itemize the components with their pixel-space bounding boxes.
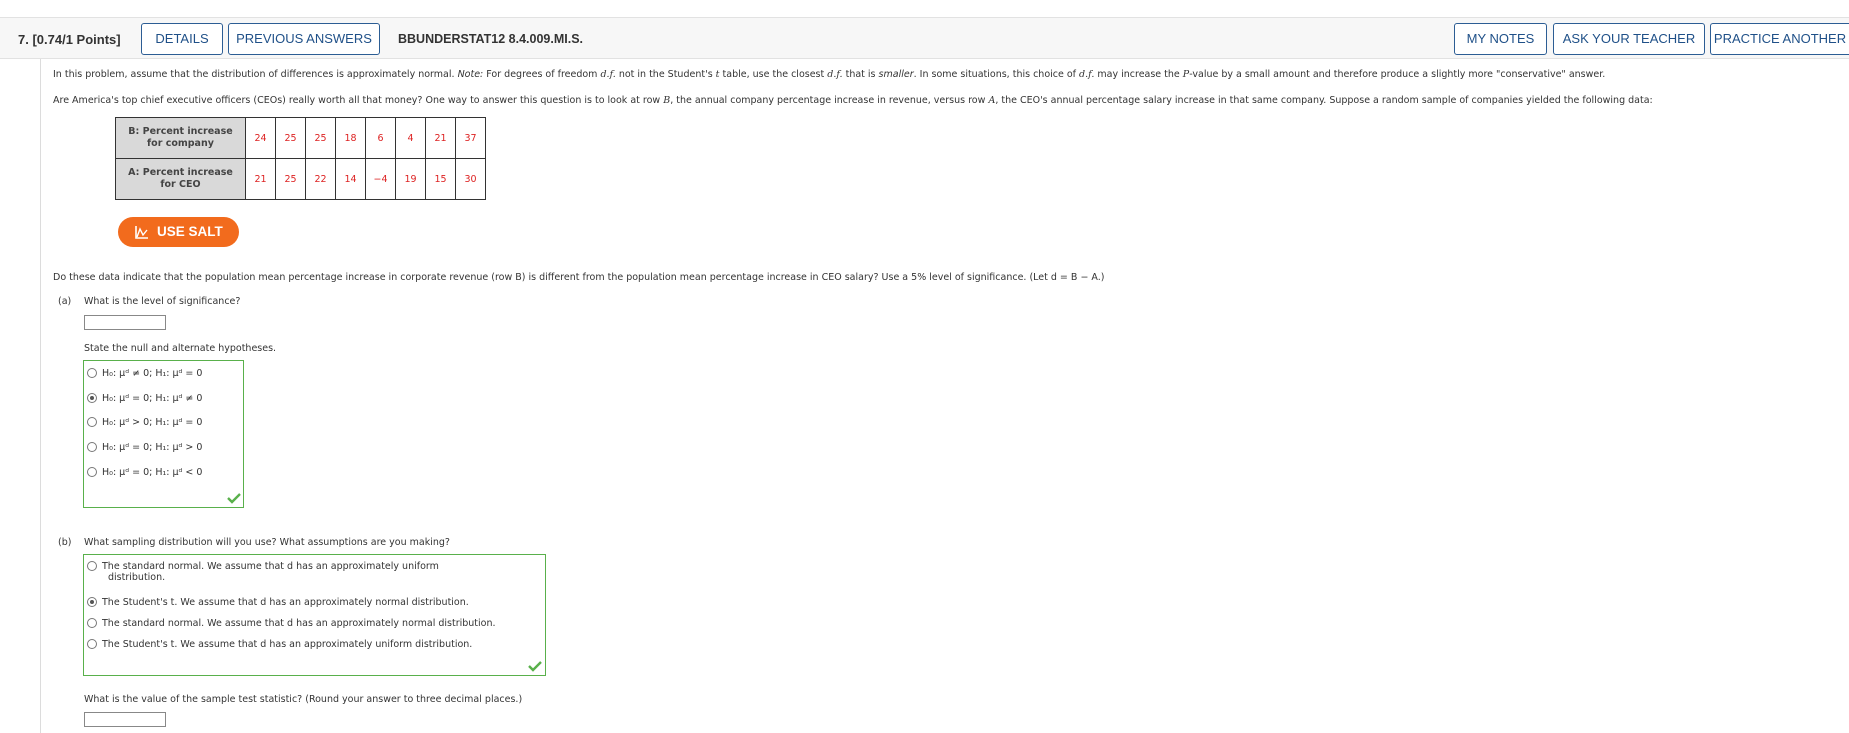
significance-level-input[interactable] — [84, 315, 166, 330]
table-cell: 14 — [335, 158, 366, 200]
content-left-border — [40, 59, 41, 733]
hypothesis-option-1: H₀: μᵈ ≠ 0; H₁: μᵈ = 0 — [102, 368, 203, 379]
distribution-option-2: The Student's t. We assume that d has an… — [102, 597, 469, 608]
table-cell: 25 — [305, 117, 336, 159]
question-title: 7. [0.74/1 Points] — [18, 32, 121, 47]
hypothesis-radio-5[interactable] — [87, 467, 97, 477]
table-cell: 22 — [305, 158, 336, 200]
correct-check-icon — [227, 493, 241, 504]
distribution-radio-3[interactable] — [87, 618, 97, 628]
problem-context: Are America's top chief executive office… — [53, 95, 1653, 106]
table-cell: 4 — [395, 117, 426, 159]
question-header: 7. [0.74/1 Points] DETAILS PREVIOUS ANSW… — [0, 17, 1849, 59]
details-button[interactable]: DETAILS — [141, 23, 223, 55]
table-cell: 25 — [275, 117, 306, 159]
hypotheses-answer-box: H₀: μᵈ ≠ 0; H₁: μᵈ = 0 H₀: μᵈ = 0; H₁: μ… — [83, 360, 244, 508]
part-a-label: (a) — [58, 296, 72, 307]
table-cell: 30 — [455, 158, 486, 200]
data-table: B: Percent increase for company 24 25 25 … — [115, 117, 486, 200]
table-cell: 21 — [245, 158, 276, 200]
hypothesis-radio-4[interactable] — [87, 442, 97, 452]
intro-paragraph: In this problem, assume that the distrib… — [53, 69, 1606, 80]
distribution-option-4: The Student's t. We assume that d has an… — [102, 639, 473, 650]
previous-answers-button[interactable]: PREVIOUS ANSWERS — [228, 23, 380, 55]
ask-your-teacher-button[interactable]: ASK YOUR TEACHER — [1553, 23, 1705, 55]
distribution-answer-box: The standard normal. We assume that d ha… — [83, 554, 546, 676]
table-cell: 25 — [275, 158, 306, 200]
hypotheses-prompt: State the null and alternate hypotheses. — [84, 343, 277, 354]
test-statistic-prompt: What is the value of the sample test sta… — [84, 694, 523, 705]
question-text: Do these data indicate that the populati… — [53, 272, 1105, 283]
use-salt-button[interactable]: USE SALT — [118, 217, 239, 247]
hypothesis-option-5: H₀: μᵈ = 0; H₁: μᵈ < 0 — [102, 467, 203, 478]
table-cell: 15 — [425, 158, 456, 200]
salt-chart-icon — [135, 226, 148, 239]
hypothesis-option-2: H₀: μᵈ = 0; H₁: μᵈ ≠ 0 — [102, 393, 203, 404]
hypothesis-radio-1[interactable] — [87, 368, 97, 378]
row-a-label: A: Percent increase for CEO — [115, 158, 246, 200]
part-b-label: (b) — [58, 537, 72, 548]
row-b-label: B: Percent increase for company — [115, 117, 246, 159]
my-notes-button[interactable]: MY NOTES — [1454, 23, 1547, 55]
hypothesis-radio-2[interactable] — [87, 393, 97, 403]
distribution-radio-1[interactable] — [87, 561, 97, 571]
correct-check-icon — [528, 661, 542, 672]
test-statistic-input[interactable] — [84, 712, 166, 727]
table-row-a: A: Percent increase for CEO 21 25 22 14 −… — [115, 158, 486, 200]
practice-another-button[interactable]: PRACTICE ANOTHER — [1710, 23, 1849, 55]
hypothesis-radio-3[interactable] — [87, 417, 97, 427]
table-cell: 6 — [365, 117, 396, 159]
table-cell: 18 — [335, 117, 366, 159]
table-cell: 24 — [245, 117, 276, 159]
table-cell: −4 — [365, 158, 396, 200]
part-b-question: What sampling distribution will you use?… — [84, 537, 450, 548]
table-cell: 21 — [425, 117, 456, 159]
hypothesis-option-3: H₀: μᵈ > 0; H₁: μᵈ = 0 — [102, 417, 203, 428]
use-salt-label: USE SALT — [157, 224, 223, 239]
table-cell: 37 — [455, 117, 486, 159]
table-cell: 19 — [395, 158, 426, 200]
distribution-radio-2[interactable] — [87, 597, 97, 607]
distribution-radio-4[interactable] — [87, 639, 97, 649]
table-row-b: B: Percent increase for company 24 25 25 … — [115, 117, 486, 159]
question-id: BBUNDERSTAT12 8.4.009.MI.S. — [398, 32, 584, 46]
part-a-question: What is the level of significance? — [84, 296, 241, 307]
distribution-option-3: The standard normal. We assume that d ha… — [102, 618, 496, 629]
distribution-option-1: The standard normal. We assume that d ha… — [102, 561, 439, 583]
hypothesis-option-4: H₀: μᵈ = 0; H₁: μᵈ > 0 — [102, 442, 203, 453]
